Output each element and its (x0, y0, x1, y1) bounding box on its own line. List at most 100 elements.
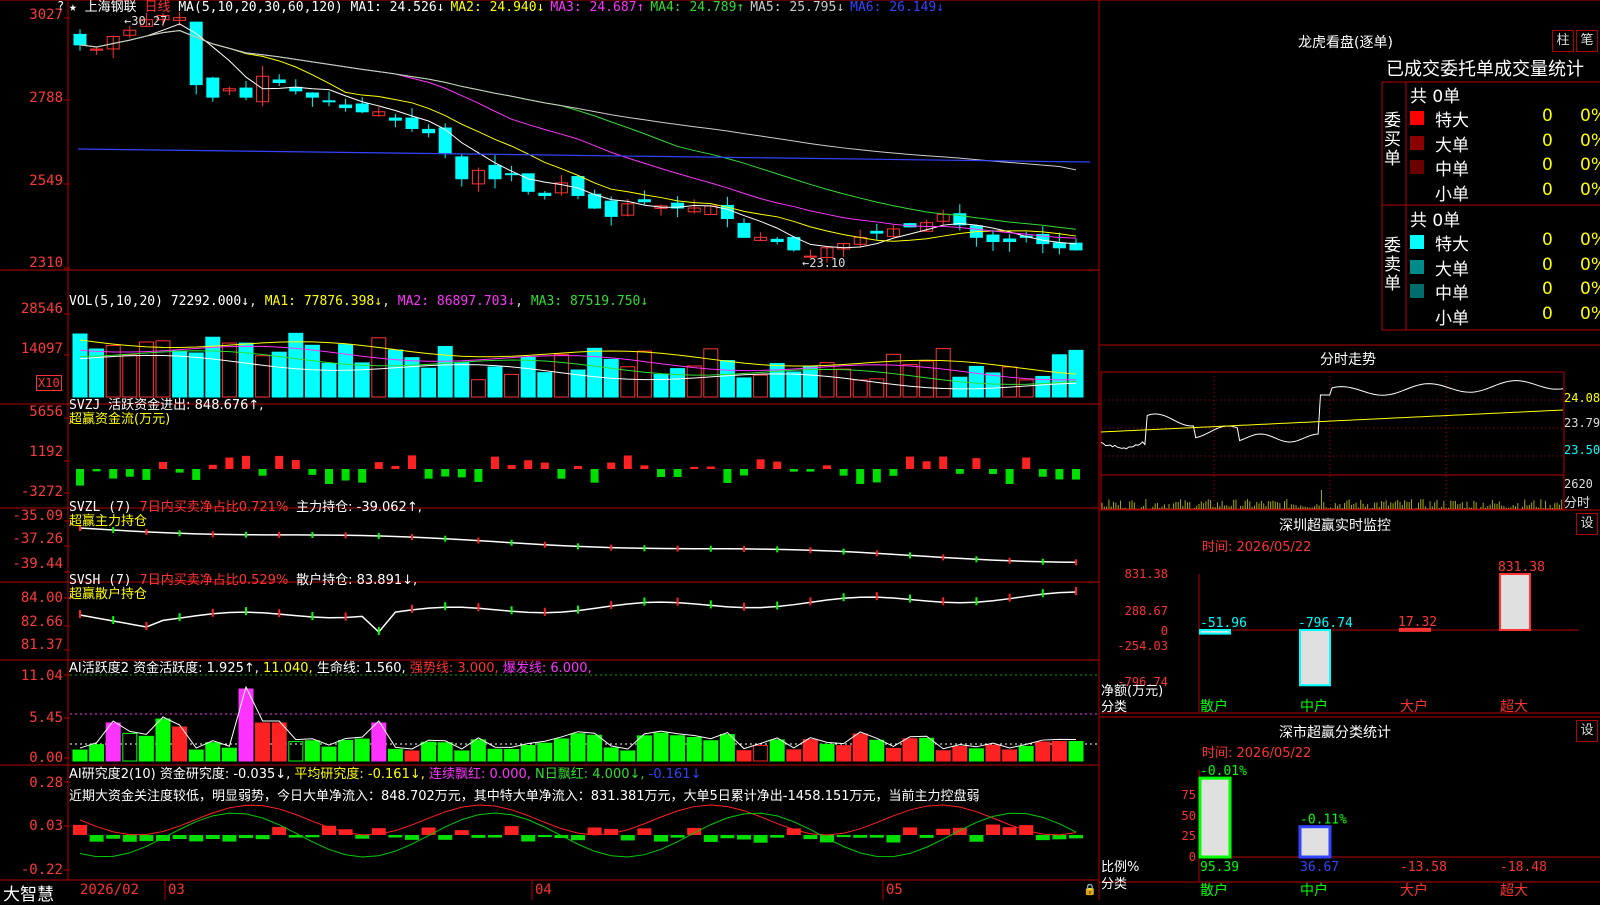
main-holding-tick (743, 545, 745, 552)
ai3-commentary: 近期大资金关注度较低，明显弱势，今日大单净流入：848.702万元，其中特大单净… (69, 789, 980, 804)
main-holding-tick (1041, 558, 1044, 565)
classify-category-label: 中户 (1300, 882, 1328, 899)
research-bar (869, 835, 884, 838)
activity-bar (670, 735, 686, 762)
classify-axis-label: 75 (1182, 788, 1196, 802)
ai3-n-day-red: N日飘红: 4.000↓, (535, 767, 645, 782)
period-label[interactable]: 日线 (145, 0, 171, 15)
axis-question-icon[interactable]: ? (57, 0, 64, 13)
candle-body (737, 222, 751, 238)
vol-unit-badge[interactable]: X10 (36, 375, 62, 391)
kline-chart-canvas[interactable]: 831.38288.670-254.03-796.74-51.96散户-796.… (0, 0, 1600, 900)
fund-flow-bar (773, 461, 782, 469)
fund-flow-bar (574, 466, 582, 469)
activity-bar (255, 722, 271, 762)
monitor-category-label: 超大 (1500, 699, 1528, 715)
research-bar (587, 827, 602, 835)
research-bar (471, 835, 486, 838)
retail-holding-tick (975, 597, 978, 606)
retail-holding-tick (1008, 593, 1011, 602)
date-label: 2026/02 (80, 882, 140, 898)
order-count: 0 (1542, 303, 1553, 324)
volume-bar (172, 350, 188, 398)
main-holding-tick (643, 545, 646, 552)
retail-holding-tick (643, 597, 646, 606)
activity-bar (470, 739, 486, 762)
svzj-axis-label: 5656 (29, 404, 63, 420)
research-bar (1069, 835, 1083, 839)
lock-icon[interactable]: 🔒 (1083, 883, 1097, 896)
volume-bar (653, 374, 669, 398)
bar-mode-button[interactable]: 柱 (1552, 30, 1574, 52)
ai3-axis-label: 0.28 (29, 775, 63, 791)
order-size-label: 中单 (1435, 160, 1469, 180)
activity-bar (155, 718, 171, 762)
activity-bar (703, 740, 719, 762)
stock-name: 上海钢联 (84, 0, 137, 15)
retail-holding-tick (278, 609, 281, 618)
favorite-star-icon[interactable]: ★ (69, 0, 77, 15)
retail-holding-tick (875, 592, 878, 601)
activity-bar (786, 749, 802, 762)
fund-flow-bar (1038, 469, 1047, 477)
fund-flow-bar (507, 465, 516, 469)
intraday-frame (1100, 371, 1565, 510)
fund-flow-bar (92, 469, 101, 472)
svsh-value: 散户持仓: 83.891↓, (296, 573, 418, 588)
fund-flow-bar (540, 462, 549, 469)
order-size-label: 中单 (1435, 284, 1469, 304)
activity-bar (354, 738, 370, 762)
intraday-avg-line (1100, 409, 1564, 433)
activity-bar (952, 746, 968, 762)
legend-swatch (1410, 308, 1424, 323)
classify-bar-value: 36.67 (1300, 860, 1339, 875)
volume-bar (437, 345, 453, 398)
svzl-ratio: 7日内买卖净占比0.721% (139, 500, 289, 515)
activity-bar (520, 745, 536, 762)
research-bar (454, 830, 469, 835)
ma-value-2: MA2: 24.940↓ (450, 0, 545, 15)
retail-holding-tick (178, 613, 181, 622)
retail-holding-tick (577, 605, 579, 614)
volume-bar (72, 333, 88, 398)
fund-flow-bar (142, 469, 151, 480)
monitor-settings-button[interactable]: 设 (1576, 513, 1598, 535)
vol-axis-label: 28546 (20, 301, 63, 317)
activity-bar (321, 746, 337, 762)
research-bar (836, 835, 851, 838)
fund-flow-bar (557, 469, 566, 479)
classify-category-label: 散户 (1200, 882, 1228, 899)
sell-side-label: 委卖单 (1384, 236, 1401, 294)
activity-bar (753, 744, 769, 762)
order-count: 0 (1542, 106, 1553, 126)
svzl-axis-label: -39.44 (12, 556, 63, 572)
volume-bar (952, 376, 968, 398)
research-bar (886, 835, 901, 843)
volume-bar (902, 364, 918, 398)
research-bar (421, 827, 436, 835)
fund-flow-bar (424, 469, 433, 479)
main-holding-tick (344, 532, 347, 539)
price-axis-label: 2549 (29, 173, 63, 189)
svzl-axis-label: -35.09 (12, 508, 63, 524)
tick-mode-button[interactable]: 笔 (1576, 30, 1598, 52)
volume-bar (1051, 354, 1067, 398)
price-header: ★ 上海钢联 日线 MA(5,10,20,30,60,120) MA1: 24.… (69, 0, 950, 16)
retail-holding-tick (610, 601, 613, 610)
longhu-title: 龙虎看盘(逐单) (1298, 35, 1393, 51)
fund-flow-bar (789, 469, 798, 472)
fund-flow-bar (872, 469, 881, 483)
classify-bar-delta: -0.11% (1300, 813, 1347, 828)
research-bar (737, 835, 751, 840)
classify-category-label: 大户 (1400, 882, 1428, 899)
activity-bar (620, 750, 636, 762)
activity-bar (719, 734, 735, 762)
classify-settings-button[interactable]: 设 (1576, 720, 1598, 742)
main-holding-tick (676, 545, 679, 552)
volume-bar (553, 353, 569, 398)
volume-bar (255, 355, 271, 398)
fund-flow-bar (607, 462, 616, 469)
volume-bar (587, 347, 603, 398)
activity-bar (271, 722, 287, 762)
fund-flow-bar (740, 469, 748, 476)
